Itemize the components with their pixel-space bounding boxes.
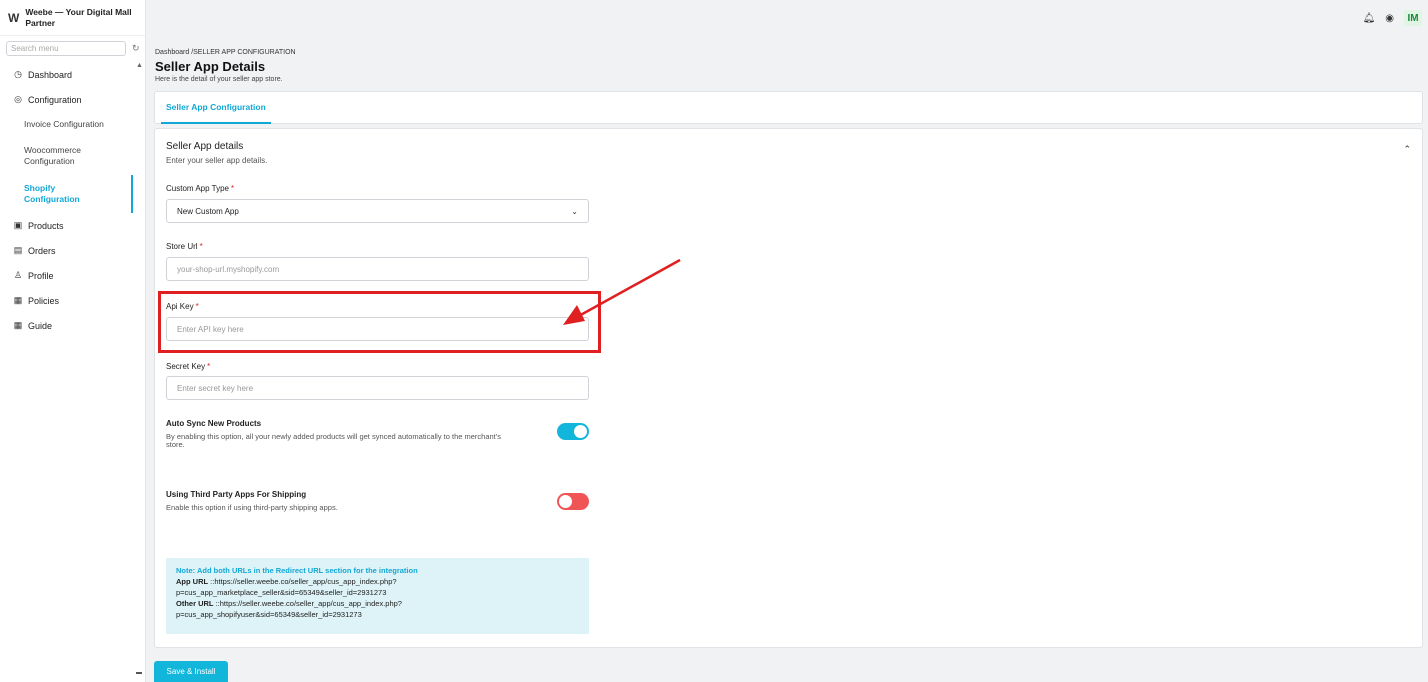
bell-icon[interactable]: 🔔︎ xyxy=(1363,13,1376,24)
card-title: Seller App details xyxy=(166,141,244,152)
brand-logo: W xyxy=(8,10,20,25)
page-title: Seller App Details xyxy=(155,59,266,74)
third-party-shipping-description: Enable this option if using third-party … xyxy=(166,503,338,512)
auto-sync-description: By enabling this option, all your newly … xyxy=(166,432,501,449)
save-install-button[interactable]: Save & Install xyxy=(154,661,228,682)
tabs-bar: Seller App Configuration xyxy=(154,91,1423,124)
sidebar-item-guide[interactable]: ▦ Guide xyxy=(0,313,145,338)
sidebar-item-profile[interactable]: ♙ Profile xyxy=(0,263,145,288)
sidebar-item-label: Orders xyxy=(28,245,56,256)
sidebar-item-label: Shopify Configuration xyxy=(24,183,80,204)
sidebar-item-label: Products xyxy=(28,220,64,231)
profile-icon: ♙ xyxy=(13,270,23,280)
redirect-url-note: Note: Add both URLs in the Redirect URL … xyxy=(166,558,589,634)
note-other-url: Other URL ::https://seller.weebe.co/sell… xyxy=(176,598,579,609)
sidebar: W Weebe — Your Digital Mall Partner ↻ ▲ … xyxy=(0,0,146,682)
third-party-shipping-title: Using Third Party Apps For Shipping xyxy=(166,490,307,499)
chevron-up-icon[interactable]: ⌃ xyxy=(1403,144,1411,155)
sidebar-item-shopify-configuration[interactable]: Shopify Configuration xyxy=(0,175,145,213)
app-url-line1: ::https://seller.weebe.co/seller_app/cus… xyxy=(208,577,397,586)
other-url-label: Other URL xyxy=(176,599,214,608)
sidebar-item-configuration[interactable]: ◎ Configuration xyxy=(0,87,145,112)
sidebar-item-woocommerce-configuration[interactable]: Woocommerce Configuration xyxy=(0,137,145,175)
sidebar-item-products[interactable]: ▣ Products xyxy=(0,213,145,238)
required-marker: * xyxy=(231,184,235,193)
orders-icon: ▤ xyxy=(13,245,23,255)
topbar-actions: 🔔︎ ◉ IM xyxy=(1363,10,1422,26)
sidebar-item-dashboard[interactable]: ◷ Dashboard xyxy=(0,62,145,87)
sidebar-item-label: Guide xyxy=(28,320,53,331)
sidebar-item-label: Configuration xyxy=(28,94,82,105)
brand-name: Weebe — Your Digital Mall Partner xyxy=(25,6,132,28)
sidebar-search: ↻ xyxy=(6,40,145,56)
app-type-label-text: Custom App Type xyxy=(166,184,229,193)
other-url-line1: ::https://seller.weebe.co/seller_app/cus… xyxy=(213,599,402,608)
secret-key-field xyxy=(166,376,589,400)
secret-key-label: Secret Key * xyxy=(166,362,210,371)
tab-seller-app-configuration[interactable]: Seller App Configuration xyxy=(161,92,271,124)
policies-icon: ▦ xyxy=(13,295,23,305)
note-app-url: App URL ::https://seller.weebe.co/seller… xyxy=(176,576,579,587)
guide-icon: ▦ xyxy=(13,320,23,330)
search-menu-input[interactable] xyxy=(6,40,126,56)
sidebar-item-label: Dashboard xyxy=(28,69,73,80)
card-description: Enter your seller app details. xyxy=(166,156,268,165)
page-subtitle: Here is the detail of your seller app st… xyxy=(155,76,283,83)
sidebar-item-orders[interactable]: ▤ Orders xyxy=(0,238,145,263)
toggle-knob xyxy=(574,425,587,438)
products-icon: ▣ xyxy=(13,220,23,230)
store-url-field xyxy=(166,257,589,281)
note-title: Note: Add both URLs in the Redirect URL … xyxy=(176,566,418,575)
app-url-label: App URL xyxy=(176,577,209,586)
store-url-label: Store Url * xyxy=(166,242,203,251)
app-url-line2: p=cus_app_marketplace_seller&sid=65349&s… xyxy=(176,588,387,597)
required-marker: * xyxy=(207,362,211,371)
sidebar-item-label: Woocommerce Configuration xyxy=(24,145,81,166)
brand: W Weebe — Your Digital Mall Partner xyxy=(0,0,145,36)
sidebar-item-label: Invoice Configuration xyxy=(24,119,104,129)
sidebar-item-invoice-configuration[interactable]: Invoice Configuration xyxy=(0,112,145,137)
store-url-label-text: Store Url xyxy=(166,242,198,251)
refresh-icon[interactable]: ↻ xyxy=(132,43,140,54)
breadcrumb: Dashboard /SELLER APP CONFIGURATION xyxy=(155,49,296,56)
sidebar-item-label: Profile xyxy=(28,270,54,281)
app-type-label: Custom App Type * xyxy=(166,184,234,193)
settings-icon: ◎ xyxy=(14,94,22,104)
eye-icon[interactable]: ◉ xyxy=(1385,13,1394,24)
secret-key-input[interactable] xyxy=(177,383,578,393)
dashboard-icon: ◷ xyxy=(14,69,22,79)
avatar[interactable]: IM xyxy=(1404,10,1422,26)
seller-app-details-card: Seller App details Enter your seller app… xyxy=(154,128,1423,648)
auto-sync-toggle[interactable] xyxy=(557,423,589,440)
sidebar-nav: ◷ Dashboard ◎ Configuration Invoice Conf… xyxy=(0,62,145,338)
chevron-down-icon: ⌄ xyxy=(571,206,578,216)
store-url-input[interactable] xyxy=(177,264,578,274)
scroll-down-handle[interactable] xyxy=(136,672,142,674)
required-marker: * xyxy=(199,242,203,251)
sidebar-item-label: Policies xyxy=(28,295,60,306)
annotation-highlight-box xyxy=(158,291,601,353)
other-url-line2: p=cus_app_shopifyuser&sid=65349&seller_i… xyxy=(176,610,362,619)
sidebar-item-policies[interactable]: ▦ Policies xyxy=(0,288,145,313)
auto-sync-title: Auto Sync New Products xyxy=(166,419,262,428)
secret-key-label-text: Secret Key xyxy=(166,362,206,371)
annotation-arrow-icon xyxy=(563,258,681,325)
app-type-value: New Custom App xyxy=(177,206,239,216)
app-type-select[interactable]: New Custom App ⌄ xyxy=(166,199,589,223)
toggle-knob xyxy=(559,495,572,508)
third-party-shipping-toggle[interactable] xyxy=(557,493,589,510)
